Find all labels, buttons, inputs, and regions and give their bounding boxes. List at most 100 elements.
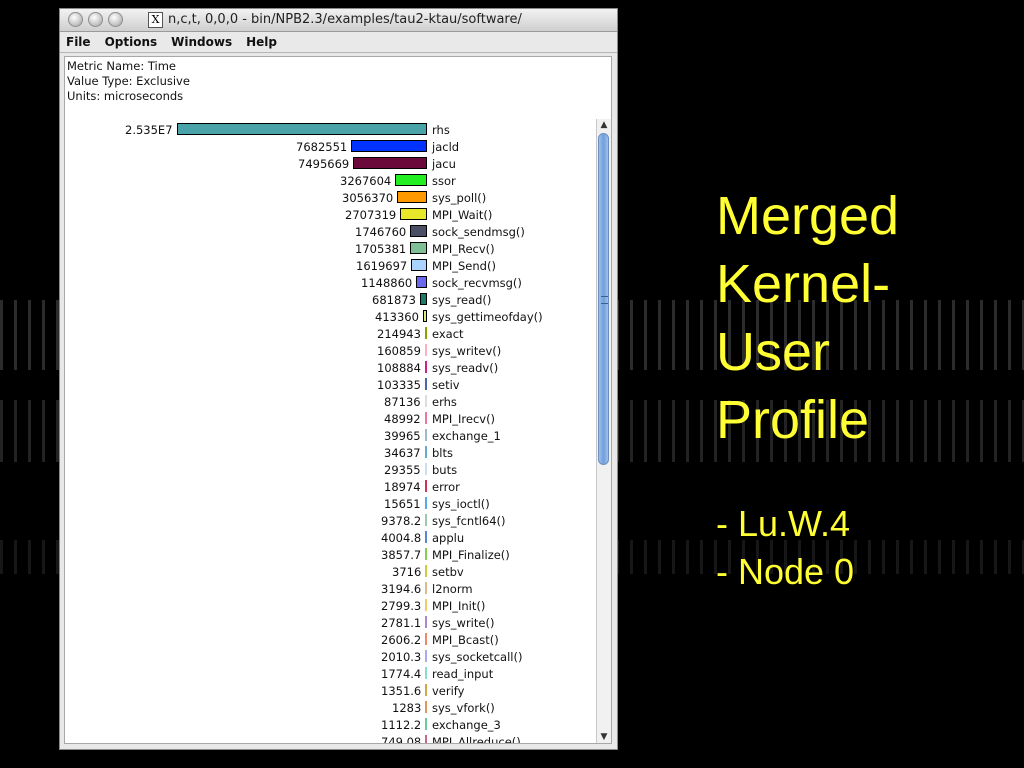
bar-row[interactable]: 1774.4 read_input	[65, 665, 595, 682]
bar-row[interactable]: 2010.3 sys_socketcall()	[65, 648, 595, 665]
bar[interactable]	[425, 633, 427, 645]
bar[interactable]	[397, 191, 427, 203]
bar-row[interactable]: 48992 MPI_Irecv()	[65, 410, 595, 427]
bar[interactable]	[425, 361, 427, 373]
minimize-icon[interactable]	[88, 12, 103, 27]
bar-row[interactable]: 1148860 sock_recvmsg()	[65, 274, 595, 291]
bar-row[interactable]: 39965 exchange_1	[65, 427, 595, 444]
menu-file[interactable]: File	[66, 35, 91, 49]
bar-row[interactable]: 2799.3 MPI_Init()	[65, 597, 595, 614]
bar-row[interactable]: 2707319 MPI_Wait()	[65, 206, 595, 223]
bar-row[interactable]: 87136 erhs	[65, 393, 595, 410]
bar[interactable]	[425, 684, 427, 696]
bar-value-label: 15651	[384, 497, 421, 511]
bar-row[interactable]: 34637 blts	[65, 444, 595, 461]
bar-row[interactable]: 7495669 jacu	[65, 155, 595, 172]
bar-row[interactable]: 749.08 MPI_Allreduce()	[65, 733, 595, 743]
scrollbar-thumb[interactable]	[598, 133, 609, 465]
bar-row[interactable]: 1112.2 exchange_3	[65, 716, 595, 733]
bar-row[interactable]: 160859 sys_writev()	[65, 342, 595, 359]
bar-row[interactable]: 108884 sys_readv()	[65, 359, 595, 376]
bar[interactable]	[425, 429, 427, 441]
bar[interactable]	[410, 225, 427, 237]
bar[interactable]	[400, 208, 427, 220]
bar[interactable]	[351, 140, 427, 152]
bar[interactable]	[425, 667, 427, 679]
bar[interactable]	[425, 463, 427, 475]
bar[interactable]	[425, 531, 427, 543]
menu-options[interactable]: Options	[105, 35, 158, 49]
bar-row[interactable]: 3267604 ssor	[65, 172, 595, 189]
bar[interactable]	[425, 327, 427, 339]
bar[interactable]	[425, 378, 427, 390]
bar-value-label: 3194.6	[381, 582, 422, 596]
menu-help[interactable]: Help	[246, 35, 277, 49]
bar[interactable]	[425, 480, 427, 492]
bar-value-label: 1746760	[355, 225, 407, 239]
bar-row[interactable]: 1705381 MPI_Recv()	[65, 240, 595, 257]
bar[interactable]	[425, 735, 427, 743]
bar[interactable]	[416, 276, 427, 288]
bar[interactable]	[425, 616, 427, 628]
bar-value-label: 3056370	[342, 191, 394, 205]
bar[interactable]	[425, 718, 427, 730]
bar-function-label: buts	[432, 463, 458, 477]
bar[interactable]	[395, 174, 427, 186]
scroll-down-arrow-icon[interactable]: ▼	[597, 731, 611, 743]
bar-row[interactable]: 1746760 sock_sendmsg()	[65, 223, 595, 240]
bar-row[interactable]: 7682551 jacld	[65, 138, 595, 155]
menu-windows[interactable]: Windows	[171, 35, 232, 49]
bar[interactable]	[425, 395, 427, 407]
bar-row[interactable]: 18974 error	[65, 478, 595, 495]
bar-row[interactable]: 3056370 sys_poll()	[65, 189, 595, 206]
bar-row[interactable]: 2781.1 sys_write()	[65, 614, 595, 631]
bar-row[interactable]: 2.535E7 rhs	[65, 121, 595, 138]
bar[interactable]	[410, 242, 427, 254]
bar-row[interactable]: 1619697 MPI_Send()	[65, 257, 595, 274]
bar-row[interactable]: 3857.7 MPI_Finalize()	[65, 546, 595, 563]
metric-name: Metric Name: Time	[67, 59, 177, 73]
bar[interactable]	[425, 565, 427, 577]
zoom-icon[interactable]	[108, 12, 123, 27]
bar-value-label: 2606.2	[381, 633, 422, 647]
bar-value-label: 39965	[384, 429, 421, 443]
bar[interactable]	[353, 157, 427, 169]
bar-row[interactable]: 1283 sys_vfork()	[65, 699, 595, 716]
bar[interactable]	[425, 599, 427, 611]
scroll-up-arrow-icon[interactable]: ▲	[597, 119, 611, 131]
bar-row[interactable]: 3194.6 l2norm	[65, 580, 595, 597]
bar-row[interactable]: 4004.8 applu	[65, 529, 595, 546]
bar[interactable]	[425, 497, 427, 509]
bar[interactable]	[425, 548, 427, 560]
bar-value-label: 413360	[375, 310, 419, 324]
window-titlebar[interactable]: X n,c,t, 0,0,0 - bin/NPB2.3/examples/tau…	[60, 9, 617, 32]
bar[interactable]	[425, 650, 427, 662]
bar[interactable]	[423, 310, 427, 322]
bar-row[interactable]: 29355 buts	[65, 461, 595, 478]
bar[interactable]	[425, 446, 427, 458]
bar-row[interactable]: 2606.2 MPI_Bcast()	[65, 631, 595, 648]
bar[interactable]	[425, 701, 427, 713]
bar[interactable]	[420, 293, 427, 305]
bar[interactable]	[425, 412, 427, 424]
bar[interactable]	[425, 514, 427, 526]
bar-row[interactable]: 681873 sys_read()	[65, 291, 595, 308]
bar[interactable]	[425, 344, 427, 356]
bar[interactable]	[411, 259, 427, 271]
bar-row[interactable]: 9378.2 sys_fcntl64()	[65, 512, 595, 529]
bar-function-label: jacu	[432, 157, 456, 171]
bar-row[interactable]: 3716 setbv	[65, 563, 595, 580]
bar-value-label: 2799.3	[381, 599, 422, 613]
bar-row[interactable]: 15651 sys_ioctl()	[65, 495, 595, 512]
bar-row[interactable]: 103335 setiv	[65, 376, 595, 393]
bar-row[interactable]: 1351.6 verify	[65, 682, 595, 699]
vertical-scrollbar[interactable]: ▲ ▼	[596, 119, 611, 743]
bar-row[interactable]: 413360 sys_gettimeofday()	[65, 308, 595, 325]
close-icon[interactable]	[68, 12, 83, 27]
bar[interactable]	[177, 123, 427, 135]
bar[interactable]	[425, 582, 427, 594]
bar-function-label: ssor	[432, 174, 456, 188]
bar-row[interactable]: 214943 exact	[65, 325, 595, 342]
bar-value-label: 2010.3	[381, 650, 422, 664]
slide-title-line: Merged	[716, 186, 900, 246]
